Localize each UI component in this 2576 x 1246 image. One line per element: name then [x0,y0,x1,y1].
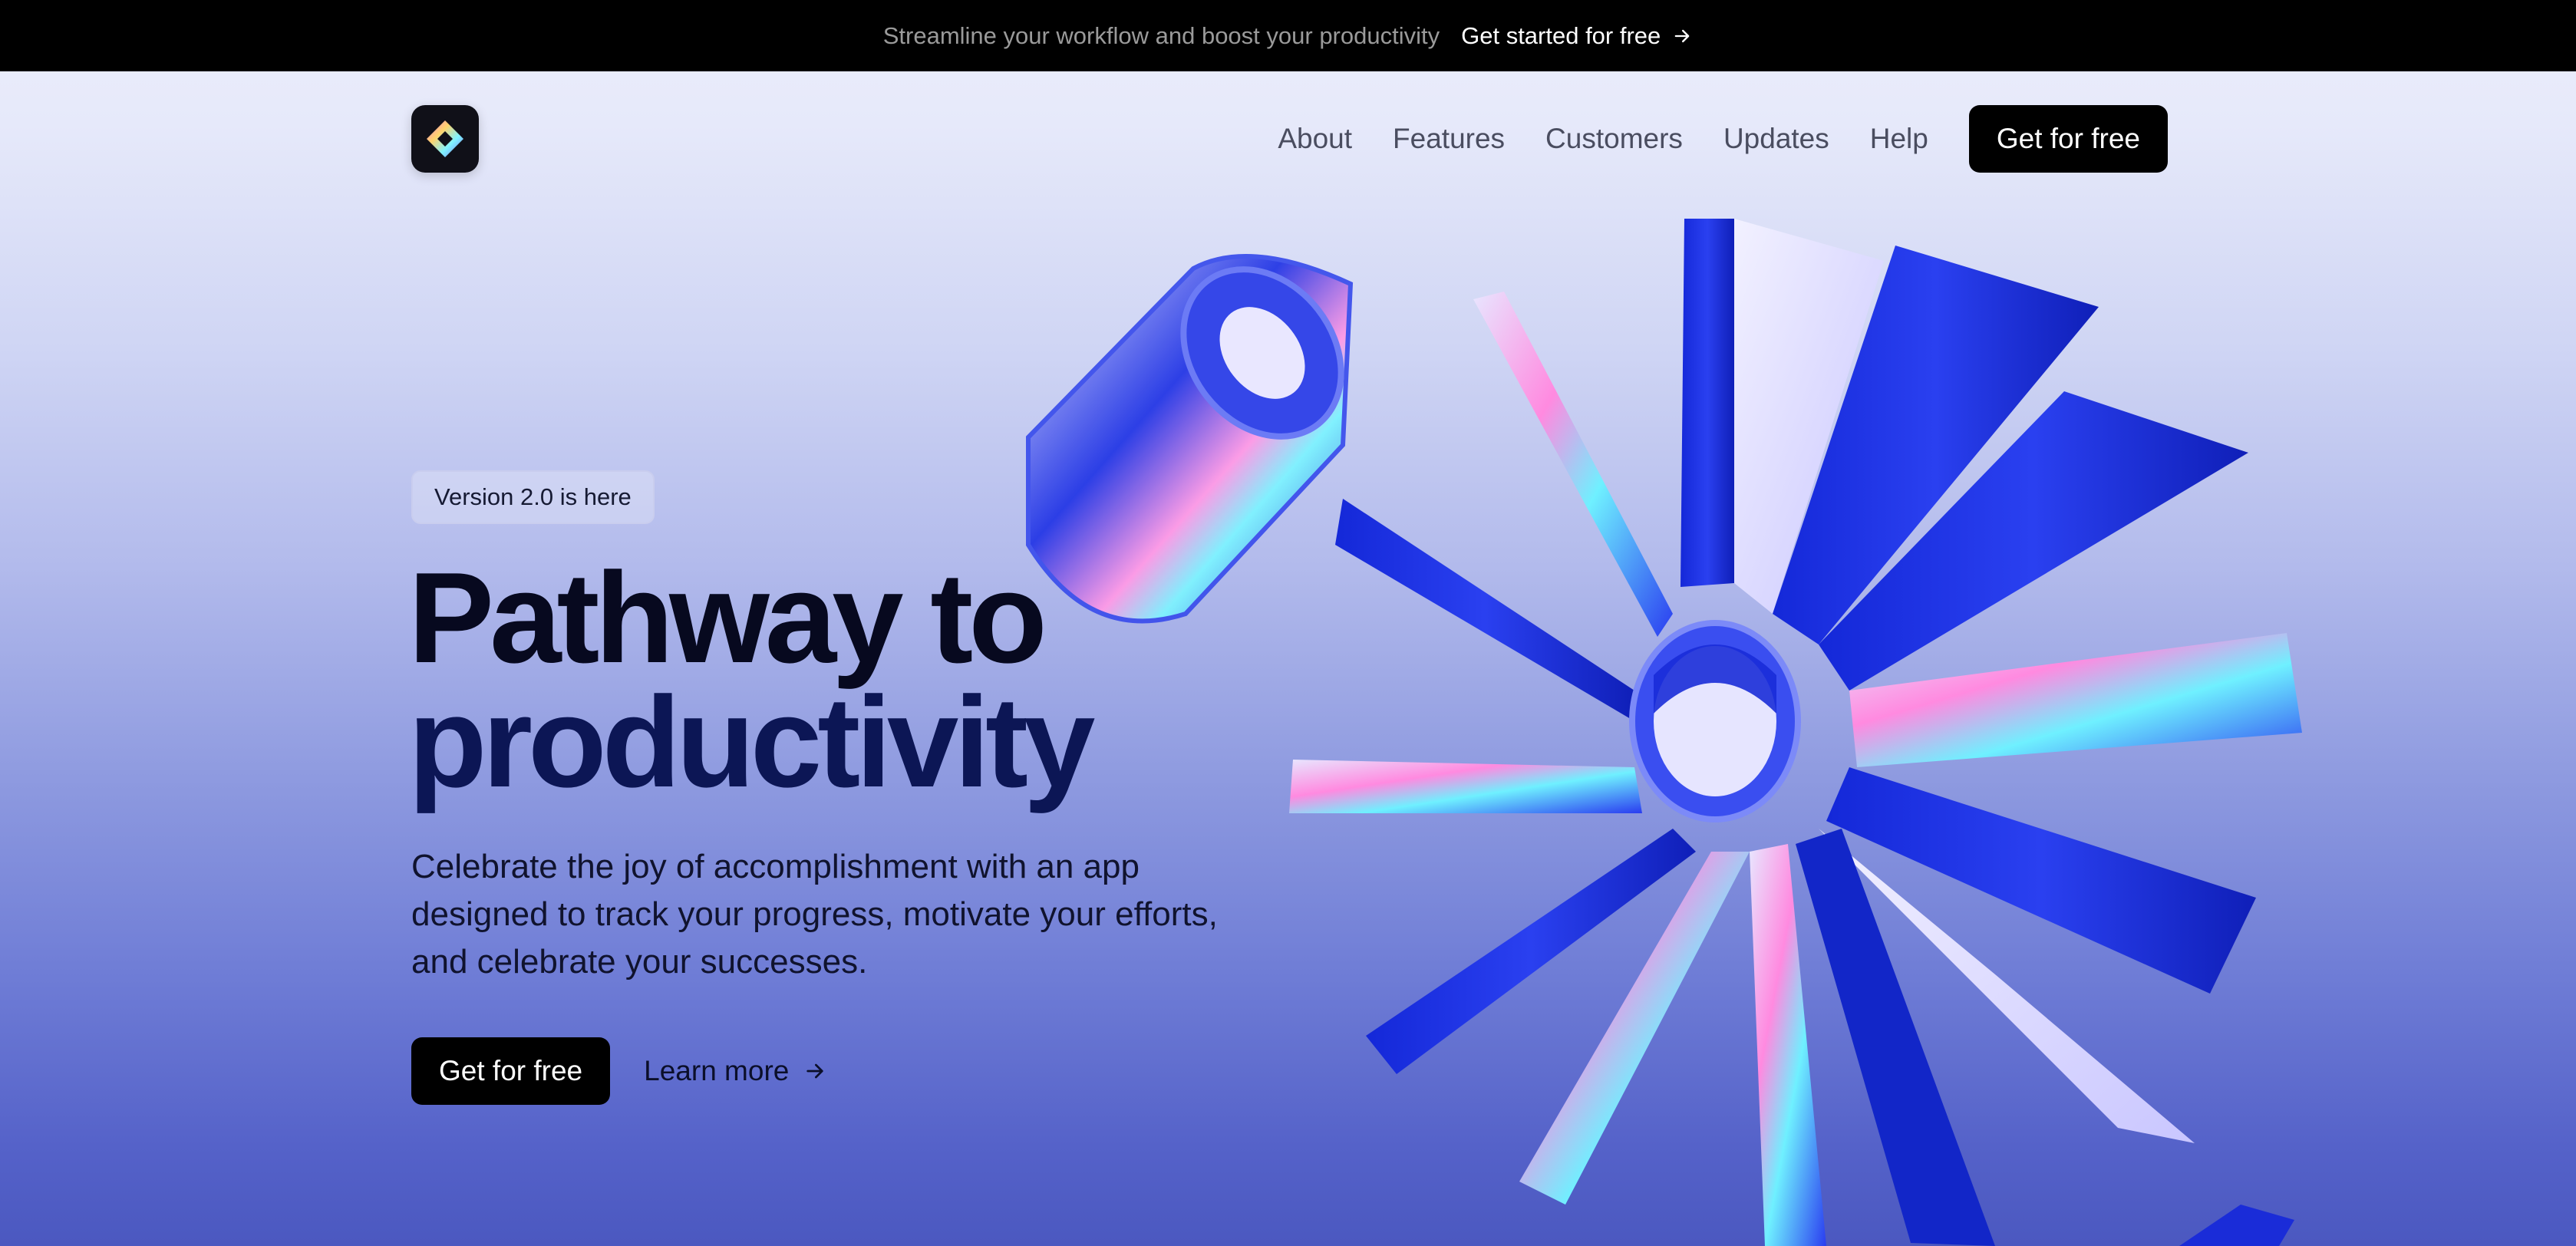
nav-link-about[interactable]: About [1278,123,1352,155]
pinwheel-shape [1289,219,2302,1246]
learn-more-label: Learn more [644,1055,790,1086]
arrow-right-icon [1674,29,1690,42]
get-for-free-button[interactable]: Get for free [411,1037,611,1105]
page-title: Pathway to productivity [408,546,1095,814]
hero-3d-illustration [1026,219,2302,1246]
arrow-right-icon [806,1063,824,1079]
main-nav: About Features Customers Updates Help Ge… [1278,105,2168,173]
corner-shape [2179,1205,2294,1246]
hero-actions: Get for free Learn more [411,1037,827,1105]
headline-line-2: productivity [408,670,1095,814]
announcement-cta-label: Get started for free [1461,21,1661,49]
floating-tube-shape [1026,254,1354,624]
nav-link-updates[interactable]: Updates [1723,123,1829,155]
diamond-logo-icon [427,120,463,157]
version-badge: Version 2.0 is here [411,470,655,524]
announcement-bar: Streamline your workflow and boost your … [0,0,2576,71]
learn-more-link[interactable]: Learn more [644,1055,827,1087]
nav-link-customers[interactable]: Customers [1545,123,1683,155]
nav-get-for-free-button[interactable]: Get for free [1968,105,2168,173]
nav-link-help[interactable]: Help [1870,123,1928,155]
announcement-message: Streamline your workflow and boost your … [882,21,1440,49]
announcement-cta-link[interactable]: Get started for free [1461,22,1693,50]
logo[interactable] [411,105,479,173]
nav-link-features[interactable]: Features [1393,123,1505,155]
headline-line-1: Pathway to [408,546,1047,690]
